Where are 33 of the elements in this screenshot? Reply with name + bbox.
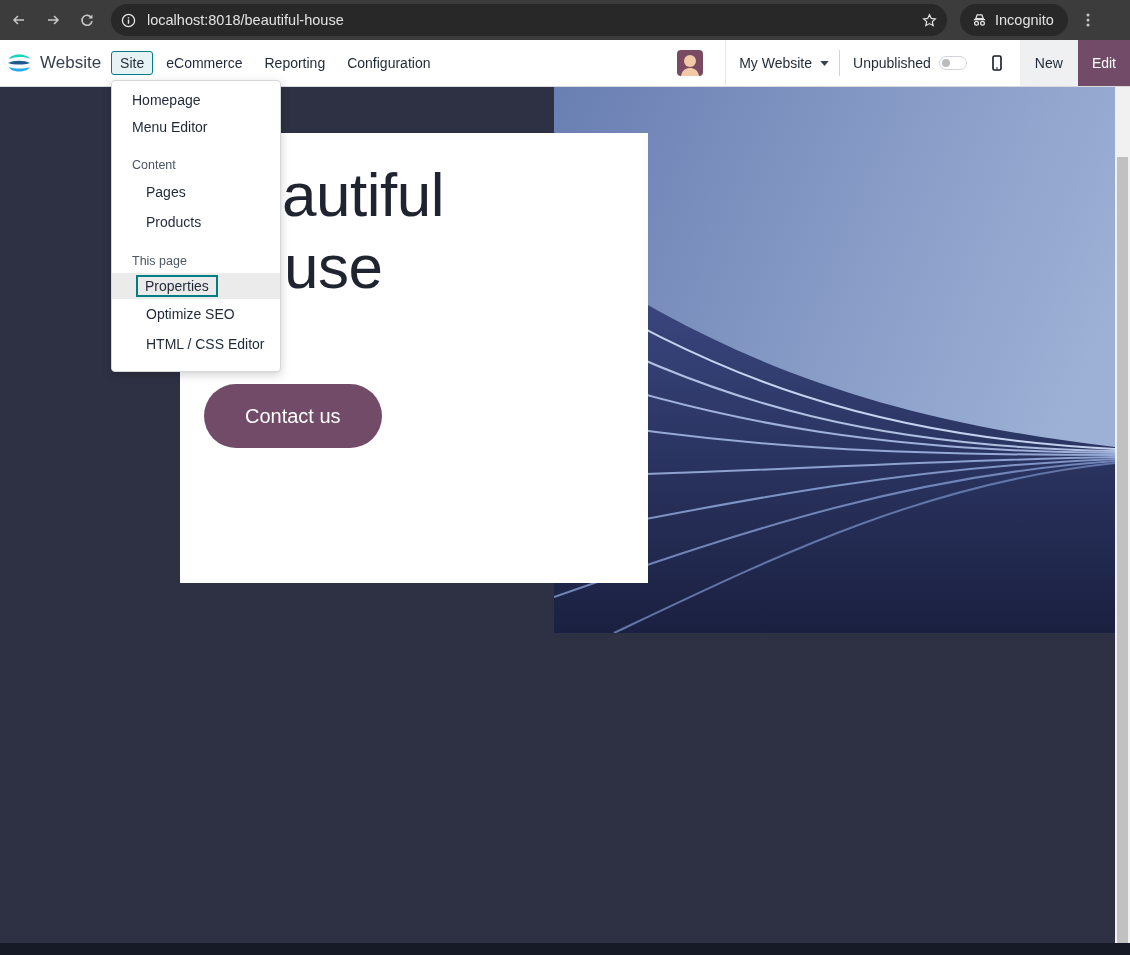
publish-label: Unpublished (853, 55, 931, 71)
new-button[interactable]: New (1019, 40, 1078, 86)
scrollbar[interactable] (1115, 87, 1130, 943)
dropdown-item[interactable]: HTML / CSS Editor (137, 333, 274, 355)
info-icon[interactable] (121, 12, 136, 28)
app-name[interactable]: Website (40, 53, 102, 73)
caret-icon (820, 60, 829, 66)
dropdown-item[interactable]: Homepage (112, 87, 280, 114)
navbar-menu[interactable]: Site (111, 51, 154, 75)
more-options-icon[interactable] (1085, 12, 1090, 28)
dropdown-item[interactable]: Products (137, 211, 211, 233)
star-icon[interactable] (922, 12, 937, 28)
edit-button[interactable]: Edit (1077, 40, 1130, 86)
dropdown-section-header: This page (131, 253, 188, 270)
address-bar[interactable]: localhost:8018/beautiful-house (111, 4, 947, 36)
dropdown-item[interactable]: Optimize SEO (137, 303, 244, 325)
mobile-preview-icon[interactable] (991, 55, 1002, 71)
website-switcher[interactable]: My Website (726, 55, 839, 71)
navbar-menu[interactable]: Reporting (255, 51, 335, 75)
url-text: localhost:8018/beautiful-house (147, 12, 345, 28)
dropdown-item[interactable]: Properties (136, 275, 218, 297)
incognito-badge[interactable]: Incognito (960, 4, 1068, 36)
contact-us-button[interactable]: Contact us (204, 384, 382, 448)
dropdown-section-header: Content (131, 157, 177, 174)
hero-heading: autiful (282, 159, 445, 231)
navbar-menu[interactable]: eCommerce (157, 51, 252, 75)
publish-toggle[interactable] (938, 56, 967, 70)
dropdown-item[interactable]: Pages (137, 181, 195, 203)
hero-heading: use (284, 231, 384, 303)
navbar-menu[interactable]: Configuration (338, 51, 440, 75)
user-avatar[interactable] (677, 50, 704, 76)
dropdown-item[interactable]: Menu Editor (112, 114, 280, 141)
incognito-icon (972, 12, 987, 28)
